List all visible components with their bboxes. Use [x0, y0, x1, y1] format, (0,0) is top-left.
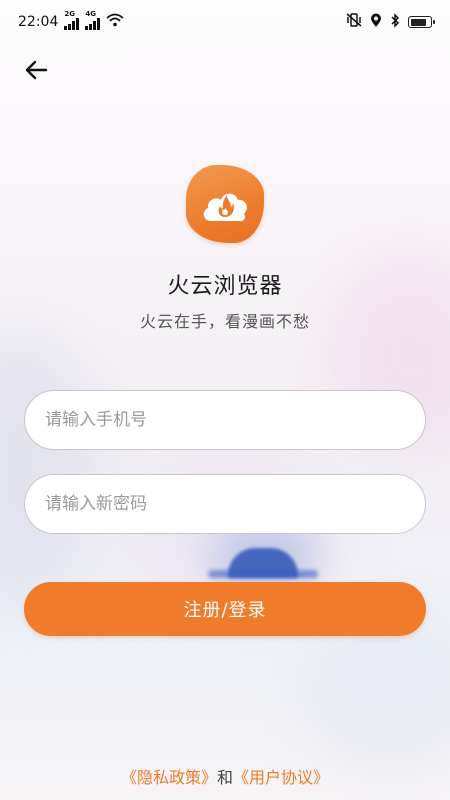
flame-cloud-icon — [203, 193, 247, 222]
arrow-left-icon — [25, 60, 48, 80]
status-time: 22:04 — [18, 14, 59, 30]
user-agreement-link[interactable]: 《用户协议》 — [233, 768, 329, 787]
register-login-button[interactable]: 注册/登录 — [24, 582, 426, 636]
footer-connector: 和 — [216, 768, 233, 787]
privacy-policy-link[interactable]: 《隐私政策》 — [121, 768, 217, 787]
app-logo — [186, 165, 264, 243]
status-bar: 22:04 2G 4G — [0, 0, 450, 44]
vibrate-icon — [346, 13, 362, 31]
signal-icon: 2G — [64, 10, 80, 30]
app-slogan: 火云在手，看漫画不愁 — [139, 312, 310, 331]
signal-icon: 4G — [85, 10, 101, 30]
back-button[interactable] — [16, 52, 56, 88]
bluetooth-icon — [390, 12, 400, 32]
agreement-footer: 《隐私政策》和《用户协议》 — [0, 764, 450, 788]
battery-icon — [408, 16, 435, 28]
phone-input[interactable] — [24, 390, 426, 450]
wifi-icon — [106, 13, 124, 31]
app-name: 火云浏览器 — [167, 274, 283, 299]
location-icon — [370, 13, 382, 32]
password-input[interactable] — [24, 474, 426, 534]
